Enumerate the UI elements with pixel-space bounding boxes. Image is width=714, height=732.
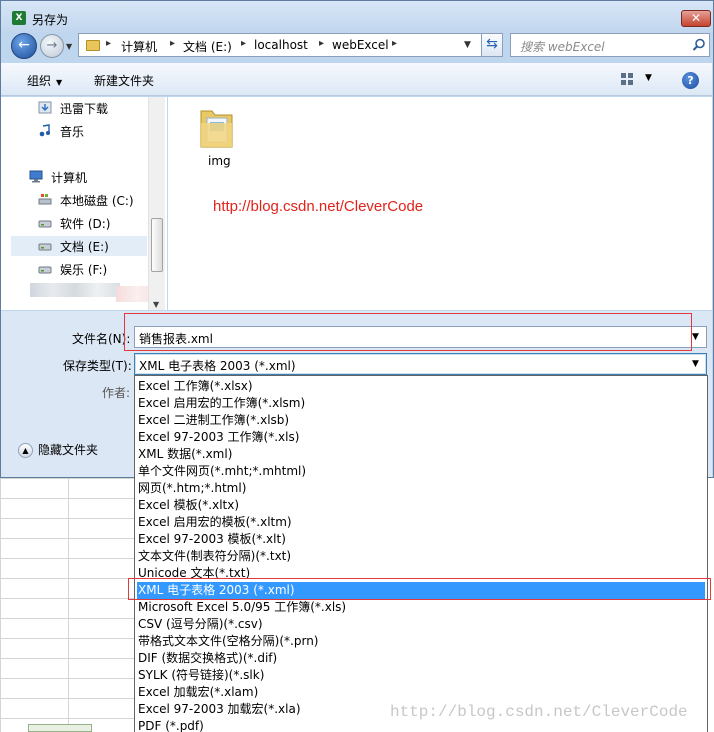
save-type-option[interactable]: Excel 97-2003 工作簿(*.xls) (137, 429, 705, 446)
save-type-option[interactable]: Excel 97-2003 模板(*.xlt) (137, 531, 705, 548)
nav-item-drive-f[interactable]: 娱乐 (F:) (38, 259, 146, 279)
save-type-label: 保存类型(T): (63, 359, 132, 373)
save-type-value: XML 电子表格 2003 (*.xml) (139, 359, 296, 373)
excel-icon: X (12, 11, 26, 25)
nav-item-label: 软件 (D:) (60, 217, 111, 231)
breadcrumb-separator[interactable]: ▸ (106, 38, 111, 49)
search-placeholder: 搜索 webExcel (520, 40, 605, 54)
save-type-option[interactable]: Excel 启用宏的模板(*.xltm) (137, 514, 705, 531)
window-title: 另存为 (32, 13, 69, 27)
nav-item-label: 迅雷下载 (60, 102, 109, 116)
nav-item-drive-c[interactable]: 本地磁盘 (C:) (38, 190, 146, 210)
breadcrumb-separator[interactable]: ▸ (392, 38, 397, 49)
breadcrumb-drive-e[interactable]: 文档 (E:) (183, 38, 232, 55)
chevron-down-icon: ▼ (56, 78, 63, 87)
breadcrumb-computer[interactable]: 计算机 (121, 38, 157, 55)
scroll-down-icon[interactable]: ▼ (153, 300, 159, 309)
chevron-down-icon[interactable]: ▼ (692, 332, 699, 342)
sheet-tab[interactable] (28, 724, 92, 732)
save-type-option[interactable]: CSV (逗号分隔)(*.csv) (137, 616, 705, 633)
save-type-option[interactable]: Excel 模板(*.xltx) (137, 497, 705, 514)
refresh-button[interactable]: ⇆ (481, 33, 503, 57)
nav-scrollbar-thumb[interactable] (151, 218, 163, 272)
save-type-select[interactable]: XML 电子表格 2003 (*.xml) ▼ (134, 353, 707, 375)
save-type-option[interactable]: XML 数据(*.xml) (137, 446, 705, 463)
breadcrumb-separator[interactable]: ▸ (319, 38, 324, 49)
hide-folders-button[interactable]: ▲ 隐藏文件夹 (18, 441, 98, 458)
save-type-option[interactable]: Excel 工作簿(*.xlsx) (137, 378, 705, 395)
title-bar: X 另存为 ✕ (1, 1, 713, 33)
back-arrow-icon: ← (18, 37, 30, 53)
nav-item-computer[interactable]: 计算机 (29, 167, 146, 187)
breadcrumb-webexcel[interactable]: webExcel (332, 38, 389, 52)
nav-scrollbar[interactable] (148, 97, 165, 310)
save-type-option[interactable]: Excel 加载宏(*.xlam) (137, 684, 705, 701)
back-button[interactable]: ← (11, 33, 37, 59)
download-folder-icon (38, 101, 52, 114)
nav-item-label: 本地磁盘 (C:) (60, 194, 134, 208)
filename-label: 文件名(N): (72, 332, 131, 346)
footer-watermark: http://blog.csdn.net/CleverCode (390, 703, 688, 721)
nav-item-music[interactable]: 音乐 (38, 121, 146, 141)
system-drive-icon (38, 194, 52, 205)
save-type-option[interactable]: 文本文件(制表符分隔)(*.txt) (137, 548, 705, 565)
address-bar[interactable]: ▸ 计算机 ▸ 文档 (E:) ▸ localhost ▸ webExcel ▸… (78, 33, 501, 57)
refresh-icon: ⇆ (486, 36, 498, 52)
save-type-option[interactable]: DIF (数据交换格式)(*.dif) (137, 650, 705, 667)
forward-arrow-icon: → (46, 38, 58, 53)
nav-item-label: 文档 (E:) (60, 240, 109, 254)
obscured-nav-item (30, 283, 120, 297)
save-type-dropdown-list[interactable]: Excel 工作簿(*.xlsx) Excel 启用宏的工作簿(*.xlsm) Ex… (134, 375, 708, 732)
excel-sheet-background (0, 478, 134, 732)
nav-item-label: 音乐 (60, 125, 85, 139)
nav-item-xunlei[interactable]: 迅雷下载 (38, 98, 146, 118)
forward-button[interactable]: → (40, 34, 64, 58)
music-icon (39, 124, 50, 137)
search-icon[interactable] (691, 37, 707, 53)
toolbar: 组织 ▼ 新建文件夹 ▼ ? (1, 63, 712, 96)
nav-item-label: 娱乐 (F:) (60, 263, 108, 277)
view-options-icon[interactable] (621, 73, 634, 85)
save-type-option[interactable]: 单个文件网页(*.mht;*.mhtml) (137, 463, 705, 480)
save-type-option[interactable]: Excel 二进制工作簿(*.xlsb) (137, 412, 705, 429)
drive-icon (38, 266, 52, 274)
highlight-box (128, 578, 711, 600)
recent-locations-dropdown-icon[interactable]: ▼ (66, 42, 72, 51)
computer-icon (29, 170, 43, 183)
organize-button[interactable]: 组织 ▼ (27, 72, 62, 89)
breadcrumb-separator[interactable]: ▸ (241, 38, 246, 49)
new-folder-button[interactable]: 新建文件夹 (94, 72, 154, 89)
author-label: 作者: (102, 386, 131, 400)
help-icon[interactable]: ? (682, 72, 699, 89)
folder-icon[interactable] (198, 103, 236, 151)
close-button[interactable]: ✕ (681, 10, 711, 27)
hide-folders-label: 隐藏文件夹 (38, 443, 99, 457)
view-dropdown-icon[interactable]: ▼ (645, 73, 652, 83)
chevron-down-icon[interactable]: ▼ (692, 359, 699, 369)
highlight-box (124, 313, 692, 351)
breadcrumb-separator[interactable]: ▸ (170, 38, 175, 49)
save-type-option[interactable]: SYLK (符号链接)(*.slk) (137, 667, 705, 684)
search-input[interactable]: 搜索 webExcel (510, 33, 710, 57)
save-type-option[interactable]: Excel 启用宏的工作簿(*.xlsm) (137, 395, 705, 412)
folder-label[interactable]: img (208, 154, 231, 168)
folder-icon (86, 40, 100, 51)
drive-icon (38, 220, 52, 228)
nav-item-drive-e[interactable]: 文档 (E:) (11, 236, 147, 256)
save-type-option[interactable]: 带格式文本文件(空格分隔)(*.prn) (137, 633, 705, 650)
nav-item-drive-d[interactable]: 软件 (D:) (38, 213, 146, 233)
chevron-up-icon: ▲ (18, 443, 33, 458)
address-dropdown-icon[interactable]: ▼ (464, 40, 471, 50)
nav-item-label: 计算机 (51, 171, 88, 185)
breadcrumb-localhost[interactable]: localhost (254, 38, 308, 52)
blog-watermark: http://blog.csdn.net/CleverCode (213, 198, 424, 215)
save-type-option[interactable]: 网页(*.htm;*.html) (137, 480, 705, 497)
organize-label: 组织 (27, 74, 52, 88)
drive-icon (38, 243, 52, 251)
save-type-option[interactable]: Microsoft Excel 5.0/95 工作簿(*.xls) (137, 599, 705, 616)
